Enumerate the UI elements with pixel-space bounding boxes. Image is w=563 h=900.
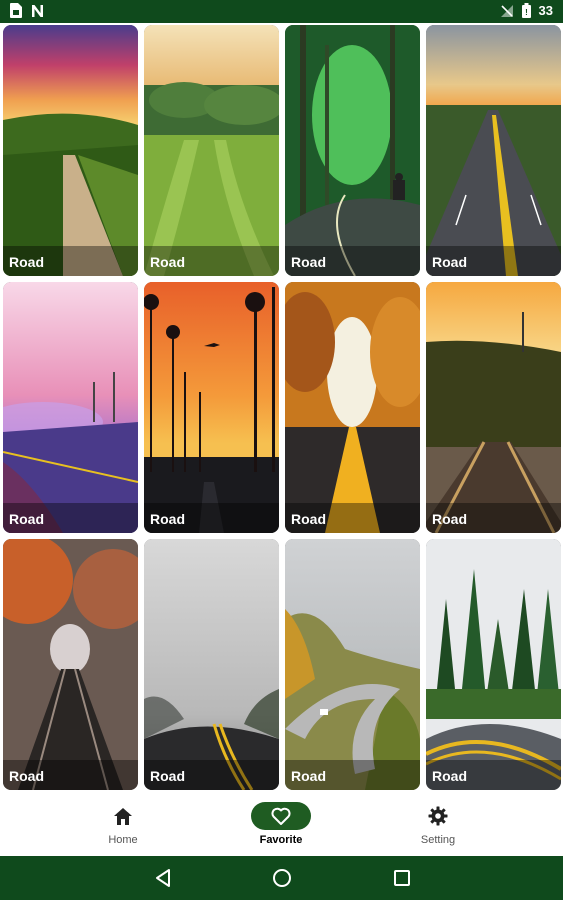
bottom-navigation: Home Favorite Setting: [0, 796, 563, 856]
wallpaper-label: Road: [150, 768, 185, 784]
road-wallpaper-image: [3, 539, 138, 790]
road-wallpaper-image: [285, 282, 420, 533]
wallpaper-label: Road: [432, 511, 467, 527]
wallpaper-card[interactable]: Road: [3, 282, 138, 533]
wallpaper-card[interactable]: Road: [144, 539, 279, 790]
road-wallpaper-image: [426, 282, 561, 533]
wallpaper-card[interactable]: Road: [285, 539, 420, 790]
wallpaper-label: Road: [9, 768, 44, 784]
road-wallpaper-image: [426, 25, 561, 276]
wallpaper-card[interactable]: Road: [144, 25, 279, 276]
wallpaper-label: Road: [291, 511, 326, 527]
wallpaper-label: Road: [150, 254, 185, 270]
road-wallpaper-image: [144, 282, 279, 533]
road-wallpaper-image: [285, 25, 420, 276]
sim-card-icon: [10, 3, 22, 18]
home-icon: [93, 802, 153, 830]
nav-setting[interactable]: Setting: [388, 802, 488, 852]
wallpaper-label: Road: [291, 768, 326, 784]
nav-favorite[interactable]: Favorite: [231, 802, 331, 852]
road-wallpaper-image: [144, 539, 279, 790]
wallpaper-label: Road: [9, 511, 44, 527]
wallpaper-card[interactable]: Road: [426, 539, 561, 790]
wallpaper-card[interactable]: Road: [3, 539, 138, 790]
no-signal-icon: [500, 4, 514, 18]
road-wallpaper-image: [144, 25, 279, 276]
battery-icon: !: [521, 3, 531, 18]
wallpaper-label: Road: [9, 254, 44, 270]
wallpaper-card[interactable]: Road: [3, 25, 138, 276]
home-circle-icon[interactable]: [272, 868, 292, 893]
status-bar: ! 33: [0, 0, 563, 23]
wallpaper-grid: Road Road Road Road Road Road Road Road …: [3, 25, 561, 791]
wallpaper-label: Road: [432, 768, 467, 784]
heart-icon: [251, 802, 311, 830]
wallpaper-card[interactable]: Road: [426, 25, 561, 276]
back-icon[interactable]: [154, 868, 172, 893]
gear-icon: [408, 802, 468, 830]
wallpaper-label: Road: [291, 254, 326, 270]
nav-favorite-label: Favorite: [259, 834, 303, 846]
road-wallpaper-image: [426, 539, 561, 790]
status-time: 33: [538, 3, 553, 18]
road-wallpaper-image: [3, 25, 138, 276]
wallpaper-label: Road: [150, 511, 185, 527]
nav-setting-label: Setting: [420, 834, 456, 846]
wallpaper-label: Road: [432, 254, 467, 270]
recents-icon[interactable]: [393, 868, 411, 893]
n-notification-icon: [31, 4, 45, 18]
nav-home[interactable]: Home: [73, 802, 173, 852]
wallpaper-card[interactable]: Road: [426, 282, 561, 533]
wallpaper-card[interactable]: Road: [144, 282, 279, 533]
road-wallpaper-image: [285, 539, 420, 790]
wallpaper-card[interactable]: Road: [285, 25, 420, 276]
nav-home-label: Home: [108, 834, 138, 846]
svg-text:!: !: [525, 8, 528, 17]
wallpaper-card[interactable]: Road: [285, 282, 420, 533]
system-navigation-bar: [0, 856, 563, 900]
road-wallpaper-image: [3, 282, 138, 533]
